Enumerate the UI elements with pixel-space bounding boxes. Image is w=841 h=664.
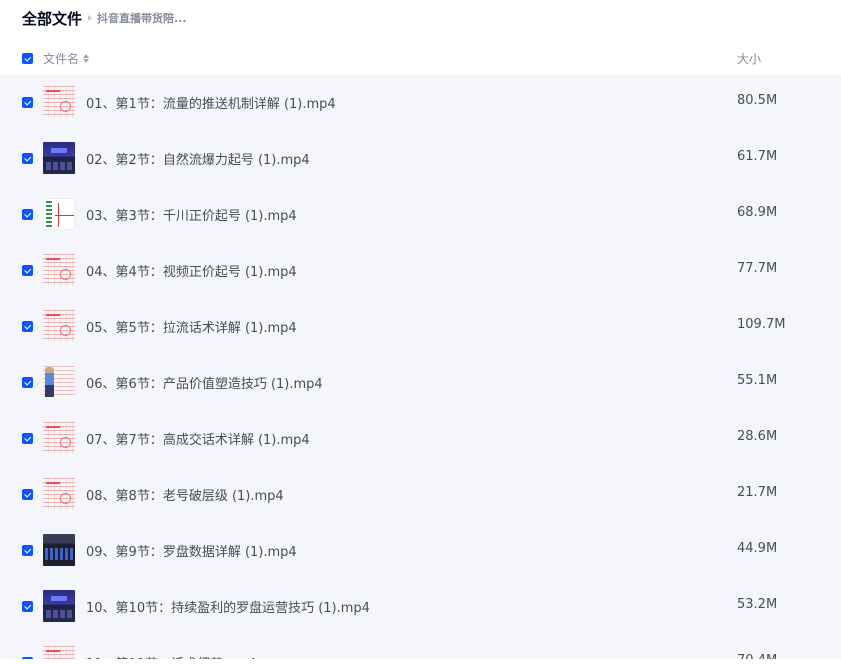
video-thumbnail[interactable]: [43, 366, 75, 398]
video-thumbnail[interactable]: [43, 534, 75, 566]
video-thumbnail[interactable]: [43, 478, 75, 510]
file-size: 77.7M: [737, 261, 778, 276]
file-row[interactable]: 05、第5节：拉流话术详解 (1).mp4 109.7M: [0, 298, 841, 354]
file-row-checkbox[interactable]: [22, 97, 33, 108]
file-row-checkbox[interactable]: [22, 209, 33, 220]
file-row-checkbox[interactable]: [22, 657, 33, 659]
file-size: 70.4M: [737, 653, 777, 659]
file-row-checkbox[interactable]: [22, 153, 33, 164]
sort-icon[interactable]: [83, 54, 90, 63]
breadcrumb-root-link[interactable]: 全部文件: [22, 8, 82, 29]
file-name[interactable]: 09、第9节：罗盘数据详解 (1).mp4: [86, 541, 297, 560]
column-header-name[interactable]: 文件名: [43, 50, 90, 67]
video-thumbnail[interactable]: [43, 422, 75, 454]
file-row-checkbox[interactable]: [22, 433, 33, 444]
file-size: 55.1M: [737, 373, 778, 388]
video-thumbnail[interactable]: [43, 142, 75, 174]
video-thumbnail[interactable]: [43, 310, 75, 342]
file-row-checkbox[interactable]: [22, 321, 33, 332]
file-name[interactable]: 01、第1节：流量的推送机制详解 (1).mp4: [86, 93, 336, 112]
file-row[interactable]: 06、第6节：产品价值塑造技巧 (1).mp4 55.1M: [0, 354, 841, 410]
file-row[interactable]: 11、第11节：话术细节.mp4 70.4M: [0, 634, 841, 659]
file-row[interactable]: 08、第8节：老号破层级 (1).mp4 21.7M: [0, 466, 841, 522]
file-row[interactable]: 09、第9节：罗盘数据详解 (1).mp4 44.9M: [0, 522, 841, 578]
select-all-checkbox[interactable]: [22, 53, 33, 64]
video-thumbnail[interactable]: [43, 590, 75, 622]
file-list: 01、第1节：流量的推送机制详解 (1).mp4 80.5M 02、第2节：自然流爆…: [0, 74, 841, 659]
file-row[interactable]: 03、第3节：千川正价起号 (1).mp4 68.9M: [0, 186, 841, 242]
breadcrumb-current-folder: 抖音直播带货陪...: [97, 12, 187, 25]
file-list-header: 文件名 大小: [0, 44, 841, 72]
file-size: 109.7M: [737, 317, 786, 332]
file-size: 21.7M: [737, 485, 778, 500]
file-name[interactable]: 07、第7节：高成交话术详解 (1).mp4: [86, 429, 310, 448]
chevron-right-icon: [88, 15, 93, 21]
file-row[interactable]: 02、第2节：自然流爆力起号 (1).mp4 61.7M: [0, 130, 841, 186]
file-size: 53.2M: [737, 597, 778, 612]
file-size: 80.5M: [737, 93, 778, 108]
file-row[interactable]: 07、第7节：高成交话术详解 (1).mp4 28.6M: [0, 410, 841, 466]
file-size: 28.6M: [737, 429, 778, 444]
file-row-checkbox[interactable]: [22, 377, 33, 388]
file-size: 61.7M: [737, 149, 778, 164]
column-header-size[interactable]: 大小: [737, 50, 761, 67]
file-row[interactable]: 01、第1节：流量的推送机制详解 (1).mp4 80.5M: [0, 74, 841, 130]
file-name[interactable]: 11、第11节：话术细节.mp4: [86, 653, 256, 659]
video-thumbnail[interactable]: [43, 254, 75, 286]
breadcrumb: 全部文件 抖音直播带货陪...: [22, 8, 187, 28]
file-name[interactable]: 10、第10节：持续盈利的罗盘运营技巧 (1).mp4: [86, 597, 370, 616]
file-name[interactable]: 02、第2节：自然流爆力起号 (1).mp4: [86, 149, 310, 168]
video-thumbnail[interactable]: [43, 646, 75, 659]
file-name[interactable]: 05、第5节：拉流话术详解 (1).mp4: [86, 317, 297, 336]
file-row-checkbox[interactable]: [22, 265, 33, 276]
file-size: 44.9M: [737, 541, 778, 556]
file-name[interactable]: 06、第6节：产品价值塑造技巧 (1).mp4: [86, 373, 323, 392]
file-row-checkbox[interactable]: [22, 489, 33, 500]
file-name[interactable]: 03、第3节：千川正价起号 (1).mp4: [86, 205, 297, 224]
file-name[interactable]: 04、第4节：视频正价起号 (1).mp4: [86, 261, 297, 280]
file-row-checkbox[interactable]: [22, 545, 33, 556]
video-thumbnail[interactable]: [43, 198, 75, 230]
file-row[interactable]: 04、第4节：视频正价起号 (1).mp4 77.7M: [0, 242, 841, 298]
file-name[interactable]: 08、第8节：老号破层级 (1).mp4: [86, 485, 284, 504]
file-row-checkbox[interactable]: [22, 601, 33, 612]
video-thumbnail[interactable]: [43, 86, 75, 118]
file-size: 68.9M: [737, 205, 778, 220]
column-header-name-label: 文件名: [43, 52, 80, 66]
file-row[interactable]: 10、第10节：持续盈利的罗盘运营技巧 (1).mp4 53.2M: [0, 578, 841, 634]
